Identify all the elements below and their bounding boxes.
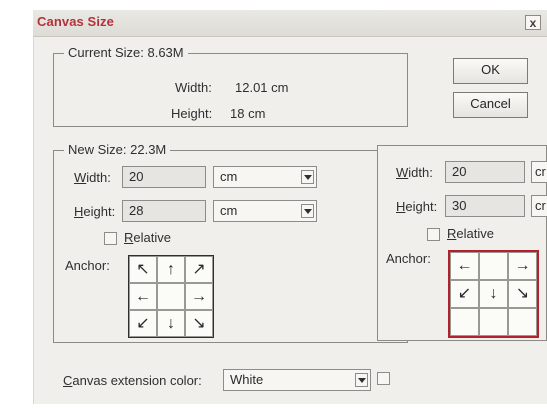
new-height-label-mnemonic: H bbox=[74, 204, 84, 219]
overlay-anchor-grid[interactable]: ← → ↙ ↓ ↘ bbox=[448, 250, 539, 338]
overlay-width-label-mnemonic: W bbox=[396, 165, 409, 180]
ok-button[interactable]: OK bbox=[453, 58, 528, 84]
chevron-down-icon bbox=[301, 170, 314, 184]
overlay-anchor-cell-r3c3[interactable] bbox=[508, 308, 537, 336]
relative-label-mnemonic: R bbox=[124, 230, 134, 245]
dialog-titlebar[interactable]: Canvas Size x bbox=[33, 10, 547, 37]
new-height-label-text: eight: bbox=[83, 204, 116, 219]
overlay-relative-label: Relative bbox=[447, 226, 494, 241]
anchor-cell-top-left[interactable]: ↖ bbox=[129, 256, 157, 283]
anchor-cell-top-center[interactable]: ↑ bbox=[157, 256, 185, 283]
overlay-width-unit-value: cr bbox=[535, 164, 546, 179]
new-width-label: Width: bbox=[74, 170, 111, 185]
overlay-width-unit-select[interactable]: cr bbox=[531, 161, 547, 183]
overlay-anchor-cell-r2c2[interactable]: ↓ bbox=[479, 280, 508, 308]
chevron-down-icon bbox=[301, 204, 314, 218]
close-icon: x bbox=[529, 15, 537, 30]
overlay-panel: Width: 20 cr Height: 30 cr Relative Anch… bbox=[377, 145, 547, 341]
new-width-unit-value: cm bbox=[220, 169, 238, 184]
relative-label-text: elative bbox=[133, 230, 171, 245]
anchor-cell-bottom-left[interactable]: ↙ bbox=[129, 310, 157, 337]
anchor-cell-middle-left[interactable]: ← bbox=[129, 283, 157, 310]
current-size-label: Current Size: 8.63M bbox=[64, 45, 188, 60]
relative-label: Relative bbox=[124, 230, 171, 245]
overlay-anchor-cell-r3c1[interactable] bbox=[450, 308, 479, 336]
overlay-height-label: Height: bbox=[396, 199, 437, 214]
new-size-label: New Size: 22.3M bbox=[64, 142, 171, 157]
new-width-label-text: idth: bbox=[86, 170, 111, 185]
overlay-width-label-text: idth: bbox=[408, 165, 433, 180]
overlay-width-label: Width: bbox=[396, 165, 433, 180]
overlay-height-unit-select[interactable]: cr bbox=[531, 195, 547, 217]
overlay-anchor-cell-r1c2[interactable] bbox=[479, 252, 508, 280]
anchor-label: Anchor: bbox=[65, 258, 110, 273]
new-height-input[interactable]: 28 bbox=[122, 200, 206, 222]
overlay-anchor-cell-r2c3[interactable]: ↘ bbox=[508, 280, 537, 308]
overlay-relative-label-mnemonic: R bbox=[447, 226, 457, 241]
current-height-label: Height: bbox=[171, 106, 213, 121]
relative-checkbox[interactable] bbox=[104, 232, 117, 245]
current-width-label: Width: bbox=[175, 80, 212, 95]
overlay-height-input[interactable]: 30 bbox=[445, 195, 525, 217]
anchor-cell-top-right[interactable]: ↗ bbox=[185, 256, 213, 283]
overlay-anchor-cell-r1c1[interactable]: ← bbox=[450, 252, 479, 280]
anchor-cell-center[interactable] bbox=[157, 283, 185, 310]
cancel-button[interactable]: Cancel bbox=[453, 92, 528, 118]
overlay-height-label-mnemonic: H bbox=[396, 199, 406, 214]
new-height-unit-select[interactable]: cm bbox=[213, 200, 317, 222]
canvas-extension-color-value: White bbox=[230, 372, 264, 387]
new-width-input[interactable]: 20 bbox=[122, 166, 206, 188]
overlay-anchor-cell-r1c3[interactable]: → bbox=[508, 252, 537, 280]
overlay-width-input[interactable]: 20 bbox=[445, 161, 525, 183]
new-width-unit-select[interactable]: cm bbox=[213, 166, 317, 188]
anchor-cell-bottom-center[interactable]: ↓ bbox=[157, 310, 185, 337]
canvas-extension-color-select[interactable]: White bbox=[223, 369, 371, 391]
canvas-extension-label-mnemonic: C bbox=[63, 373, 73, 388]
anchor-cell-middle-right[interactable]: → bbox=[185, 283, 213, 310]
overlay-anchor-label: Anchor: bbox=[386, 251, 431, 266]
overlay-anchor-cell-r3c2[interactable] bbox=[479, 308, 508, 336]
canvas-extension-label: Canvas extension color: bbox=[63, 373, 202, 388]
new-height-label: Height: bbox=[74, 204, 115, 219]
chevron-down-icon bbox=[355, 373, 368, 387]
dialog-title: Canvas Size bbox=[37, 14, 114, 29]
new-height-unit-value: cm bbox=[220, 203, 238, 218]
overlay-relative-label-text: elative bbox=[456, 226, 494, 241]
overlay-height-unit-value: cr bbox=[535, 198, 546, 213]
overlay-anchor-cell-r2c1[interactable]: ↙ bbox=[450, 280, 479, 308]
overlay-relative-checkbox[interactable] bbox=[427, 228, 440, 241]
close-button[interactable]: x bbox=[525, 15, 541, 30]
new-width-label-mnemonic: W bbox=[74, 170, 87, 185]
anchor-cell-bottom-right[interactable]: ↘ bbox=[185, 310, 213, 337]
overlay-height-label-text: eight: bbox=[405, 199, 438, 214]
canvas-size-dialog: Canvas Size x Current Size: 8.63M Width:… bbox=[0, 0, 547, 409]
current-height-value: 18 cm bbox=[230, 106, 266, 121]
canvas-extension-color-swatch[interactable] bbox=[377, 372, 390, 385]
canvas-extension-label-text: anvas extension color: bbox=[72, 373, 202, 388]
current-width-value: 12.01 cm bbox=[235, 80, 289, 95]
anchor-grid[interactable]: ↖ ↑ ↗ ← → ↙ ↓ ↘ bbox=[128, 255, 214, 338]
